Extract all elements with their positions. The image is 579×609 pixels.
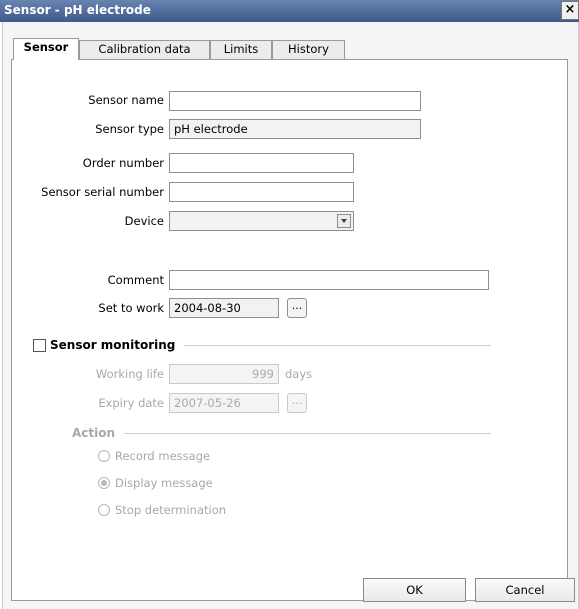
comment-label: Comment [107, 273, 164, 287]
radio-display-message-label: Display message [115, 476, 213, 490]
comment-input[interactable] [169, 270, 489, 290]
action-group-label: Action [72, 426, 116, 440]
sensor-monitoring-label: Sensor monitoring [50, 338, 176, 352]
serial-number-input[interactable] [169, 182, 354, 202]
set-to-work-label: Set to work [98, 301, 164, 315]
tab-sensor[interactable]: Sensor [13, 38, 79, 60]
window-title: Sensor - pH electrode [4, 3, 151, 17]
chevron-down-icon[interactable] [337, 214, 351, 228]
order-number-input[interactable] [169, 153, 354, 173]
expiry-date-field[interactable]: 2007-05-26 [169, 393, 279, 413]
radio-record-message-label: Record message [115, 449, 211, 463]
serial-number-label: Sensor serial number [41, 185, 164, 199]
tab-history[interactable]: History [272, 40, 345, 59]
device-select[interactable] [169, 211, 354, 231]
radio-display-message[interactable] [98, 477, 110, 489]
working-life-unit: days [285, 367, 313, 381]
device-label: Device [124, 214, 164, 228]
close-button[interactable]: × [561, 1, 579, 20]
expiry-date-picker-button[interactable]: ... [287, 393, 307, 413]
order-number-label: Order number [82, 156, 164, 170]
radio-stop-determination[interactable] [98, 504, 110, 516]
sensor-name-label: Sensor name [88, 93, 164, 107]
expiry-date-label: Expiry date [98, 396, 164, 410]
tab-calibration-data[interactable]: Calibration data [79, 40, 210, 59]
radio-stop-determination-label: Stop determination [115, 503, 227, 517]
section-divider [184, 345, 491, 346]
working-life-label: Working life [95, 367, 164, 381]
dialog-body: Sensor Calibration data Limits History S… [2, 22, 579, 609]
title-bar: Sensor - pH electrode × [0, 0, 579, 22]
working-life-input[interactable]: 999 [169, 364, 279, 384]
ok-button[interactable]: OK [363, 578, 466, 602]
tab-panel-sensor: Sensor name Sensor type pH electrode Ord… [11, 59, 568, 601]
radio-record-message[interactable] [98, 450, 110, 462]
sensor-type-label: Sensor type [95, 122, 164, 136]
sensor-name-input[interactable] [169, 91, 421, 111]
sensor-monitoring-checkbox[interactable] [33, 339, 46, 352]
sensor-type-field: pH electrode [169, 119, 421, 139]
set-to-work-picker-button[interactable]: ... [287, 298, 307, 318]
set-to-work-date[interactable]: 2004-08-30 [169, 298, 279, 318]
action-divider [124, 433, 491, 434]
tab-limits[interactable]: Limits [210, 40, 272, 59]
cancel-button[interactable]: Cancel [475, 578, 575, 602]
